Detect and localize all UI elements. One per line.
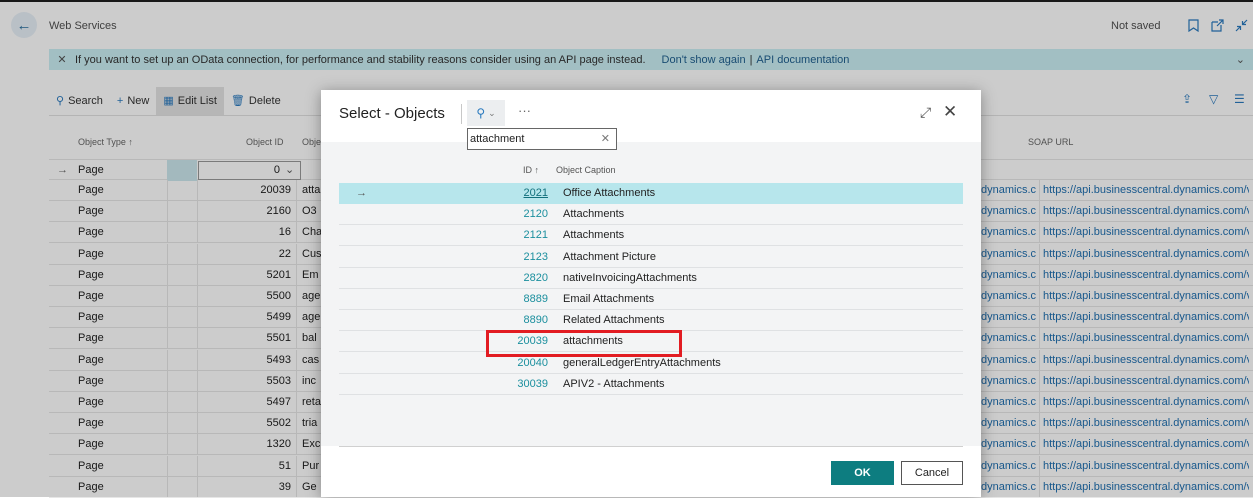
list-item[interactable]: 2121 Attachments xyxy=(339,225,963,247)
list-item[interactable]: 2120 Attachments xyxy=(339,204,963,226)
object-caption: Email Attachments xyxy=(563,293,655,305)
more-options-button[interactable]: ··· xyxy=(518,103,531,118)
object-id-link[interactable]: 8889 xyxy=(339,289,548,310)
list-item[interactable]: 2820 nativeInvoicingAttachments xyxy=(339,268,963,289)
object-caption: Related Attachments xyxy=(563,314,665,327)
close-dialog-icon[interactable]: ✕ xyxy=(943,102,957,122)
object-caption: APIV2 - Attachments xyxy=(563,377,665,390)
object-id-link[interactable]: 2021 xyxy=(339,183,548,204)
object-id-link[interactable]: 8890 xyxy=(339,310,548,331)
select-objects-dialog: Select - Objects ⚲ ⌄ ··· ⤢ ✕ ID ↑ Object … xyxy=(321,90,981,497)
column-header-object-caption[interactable]: Object Caption xyxy=(556,165,616,175)
cancel-button[interactable]: Cancel xyxy=(901,461,963,485)
object-id-link[interactable]: 2820 xyxy=(339,268,548,289)
chevron-down-icon: ⌄ xyxy=(488,107,496,118)
search-input-value: attachment xyxy=(470,133,525,145)
dialog-title: Select - Objects xyxy=(339,105,445,122)
title-divider xyxy=(461,104,462,124)
object-id-link[interactable]: 2123 xyxy=(339,247,548,268)
object-id-link[interactable]: 2120 xyxy=(339,204,548,225)
search-input[interactable]: attachment ✕ xyxy=(467,128,617,150)
list-item[interactable]: 8889 Email Attachments xyxy=(339,289,963,310)
column-header-id[interactable]: ID ↑ xyxy=(523,165,539,175)
list-item[interactable]: 8890 Related Attachments xyxy=(339,310,963,332)
dialog-list: ID ↑ Object Caption → 2021 Office Attachme… xyxy=(321,142,981,446)
list-item[interactable]: 2123 Attachment Picture xyxy=(339,247,963,268)
object-caption: Attachments xyxy=(563,229,625,242)
ok-button[interactable]: OK xyxy=(831,461,894,485)
list-item[interactable]: → 2021 Office Attachments xyxy=(339,183,963,204)
object-caption: Attachments xyxy=(563,208,625,221)
object-caption: nativeInvoicingAttachments xyxy=(563,271,697,284)
dialog-search-button[interactable]: ⚲ ⌄ xyxy=(467,100,505,126)
highlight-box xyxy=(486,330,682,357)
clear-search-icon[interactable]: ✕ xyxy=(601,129,610,149)
expand-icon[interactable]: ⤢ xyxy=(920,104,931,121)
object-caption: Attachment Picture xyxy=(563,250,656,263)
object-id-link[interactable]: 30039 xyxy=(339,374,548,395)
list-item[interactable]: 30039 APIV2 - Attachments xyxy=(339,374,963,395)
dialog-footer-divider xyxy=(339,446,963,447)
search-icon: ⚲ xyxy=(476,106,486,120)
object-id-link[interactable]: 2121 xyxy=(339,225,548,246)
object-caption: Office Attachments xyxy=(563,187,656,199)
